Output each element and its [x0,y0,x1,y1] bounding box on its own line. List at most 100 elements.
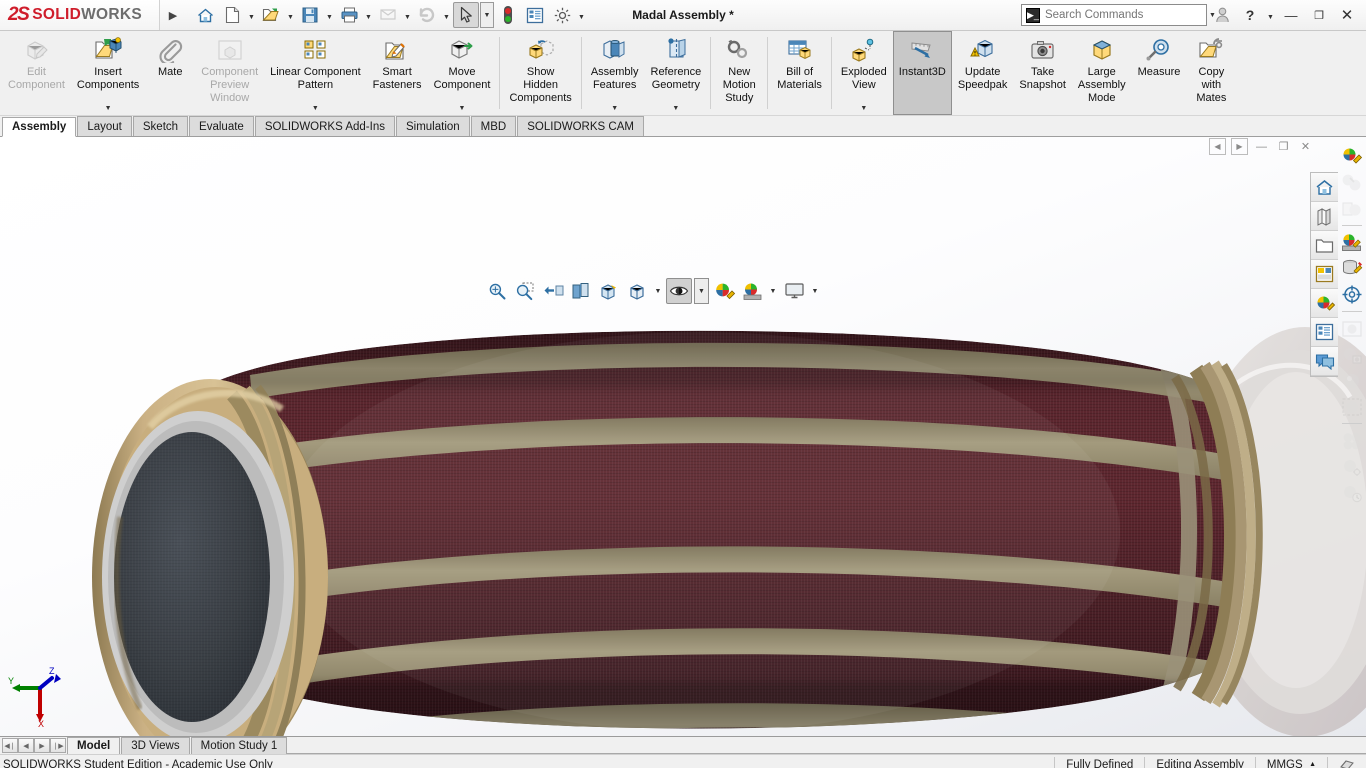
options-dropdown[interactable]: ▼ [576,2,587,28]
undo-dropdown[interactable]: ▼ [441,2,452,28]
window-close-button[interactable]: ✕ [1334,2,1360,28]
rebuild-status-icon[interactable] [495,2,521,28]
bottom-tab-model[interactable]: Model [67,737,121,754]
home-icon[interactable] [192,2,218,28]
new-document-icon[interactable] [219,2,245,28]
edit-appearance-icon[interactable] [711,278,737,304]
add-camera-tool-icon[interactable] [1340,282,1365,307]
large-assembly-mode-button[interactable]: Large Assembly Mode [1072,31,1132,115]
command-tab-solidworks-cam[interactable]: SOLIDWORKS CAM [517,116,644,136]
file-properties-icon[interactable] [522,2,548,28]
take-snapshot-button[interactable]: Take Snapshot [1013,31,1071,115]
task-pane-resources-icon[interactable] [1311,173,1338,202]
assembly-features-button[interactable]: Assembly Features ▼ [585,31,645,115]
task-pane-design-library-icon[interactable] [1311,202,1338,231]
print-icon[interactable] [336,2,362,28]
command-tab-mbd[interactable]: MBD [470,116,517,136]
display-state-icon[interactable] [1327,757,1366,768]
insert-components-button[interactable]: Insert Components ▼ [71,31,145,115]
tab-nav-button-0[interactable]: ◀❘ [2,738,18,753]
zoom-to-fit-icon[interactable] [484,278,510,304]
task-pane-file-explorer-icon[interactable] [1311,231,1338,260]
tile-next-button[interactable]: ▶ [1231,138,1248,155]
menu-expand-arrow[interactable]: ▶ [160,0,186,30]
command-tab-layout[interactable]: Layout [77,116,132,136]
update-speedpak-button[interactable]: Update Speedpak [952,31,1014,115]
search-commands-box[interactable]: ▶_ ▼ [1021,4,1216,26]
status-units[interactable]: MMGS ▲ [1254,757,1327,768]
copy-with-mates-button[interactable]: Copy with Mates [1186,31,1236,115]
section-view-icon[interactable] [568,278,594,304]
tile-previous-button[interactable]: ◀ [1209,138,1226,155]
hide-show-items-icon[interactable] [666,278,692,304]
previous-view-icon[interactable] [540,278,566,304]
instant3d-button[interactable]: Instant3D [892,31,952,115]
select-dropdown[interactable]: ▼ [480,2,494,28]
help-dropdown[interactable]: ▼ [1265,2,1276,28]
window-restore-button[interactable]: ❐ [1306,2,1332,28]
display-style-icon[interactable] [624,278,650,304]
tab-nav-button-1[interactable]: ◀ [18,738,34,753]
measure-button[interactable]: Measure [1132,31,1187,115]
ribbon-button-dropdown[interactable]: ▼ [312,105,319,114]
command-tab-simulation[interactable]: Simulation [395,116,470,136]
edit-scene-tool-icon[interactable] [1340,230,1365,255]
bottom-tab-motion-study-1[interactable]: Motion Study 1 [190,737,288,754]
doc-close-button[interactable]: ✕ [1297,138,1314,155]
print-dropdown[interactable]: ▼ [363,2,374,28]
graphics-viewport[interactable]: ◀ ▶ — ❐ ✕ ▼ ▼ ▼ ▼ X Y Z [0,137,1366,736]
hide-show-items-dropdown[interactable]: ▼ [694,278,709,304]
bottom-tab-3d-views[interactable]: 3D Views [121,737,190,754]
solidworks-logo[interactable]: 2S SOLIDWORKS [0,0,160,30]
ribbon-button-dropdown[interactable]: ▼ [105,105,112,114]
doc-restore-button[interactable]: ❐ [1275,138,1292,155]
command-tab-assembly[interactable]: Assembly [2,117,77,137]
save-dropdown[interactable]: ▼ [324,2,335,28]
doc-minimize-button[interactable]: — [1253,138,1270,155]
edit-appearance-tool-icon[interactable] [1340,144,1365,169]
madal-drum-model[interactable] [0,137,1366,736]
ribbon-button-dropdown[interactable]: ▼ [860,105,867,114]
linear-component-pattern-button[interactable]: Linear Component Pattern ▼ [264,31,367,115]
view-settings-icon[interactable] [781,278,807,304]
apply-scene-icon[interactable] [739,278,765,304]
new-document-dropdown[interactable]: ▼ [246,2,257,28]
open-folder-dropdown[interactable]: ▼ [285,2,296,28]
tab-nav-button-3[interactable]: ❘▶ [50,738,66,753]
task-pane-appearances-icon[interactable] [1311,289,1338,318]
options-gear-icon[interactable] [549,2,575,28]
new-motion-study-button[interactable]: New Motion Study [714,31,764,115]
command-tab-solidworks-add-ins[interactable]: SOLIDWORKS Add-Ins [254,116,395,136]
save-icon[interactable] [297,2,323,28]
display-style-dropdown[interactable]: ▼ [652,278,664,304]
apply-scene-dropdown[interactable]: ▼ [767,278,779,304]
command-tab-evaluate[interactable]: Evaluate [189,116,254,136]
show-hidden-components-button[interactable]: Show Hidden Components [503,31,577,115]
move-component-button[interactable]: Move Component ▼ [428,31,497,115]
edit-decal-tool-icon[interactable] [1340,256,1365,281]
tab-nav-button-2[interactable]: ▶ [34,738,50,753]
search-input[interactable] [1044,9,1199,21]
user-account-icon[interactable] [1209,2,1235,28]
window-minimize-button[interactable]: — [1278,2,1304,28]
select-cursor-icon[interactable] [453,2,479,28]
task-pane-custom-properties-icon[interactable] [1311,318,1338,347]
ribbon-button-dropdown[interactable]: ▼ [459,105,466,114]
task-pane-forum-icon[interactable] [1311,347,1338,376]
open-folder-icon[interactable] [258,2,284,28]
exploded-view-button[interactable]: Exploded View ▼ [835,31,893,115]
help-button[interactable]: ? [1237,2,1263,28]
command-tab-sketch[interactable]: Sketch [132,116,189,136]
render-tools-group-icon [1340,428,1365,453]
ribbon-button-dropdown[interactable]: ▼ [672,105,679,114]
bill-of-materials-button[interactable]: Bill of Materials [771,31,828,115]
reference-geometry-button[interactable]: Reference Geometry ▼ [645,31,708,115]
view-settings-dropdown[interactable]: ▼ [809,278,821,304]
smart-fasteners-button[interactable]: Smart Fasteners [367,31,428,115]
view-orientation-icon[interactable] [596,278,622,304]
task-pane-view-palette-icon[interactable] [1311,260,1338,289]
mate-button[interactable]: Mate [145,31,195,115]
undo-icon[interactable] [414,2,440,28]
zoom-to-area-icon[interactable] [512,278,538,304]
ribbon-button-dropdown[interactable]: ▼ [611,105,618,114]
